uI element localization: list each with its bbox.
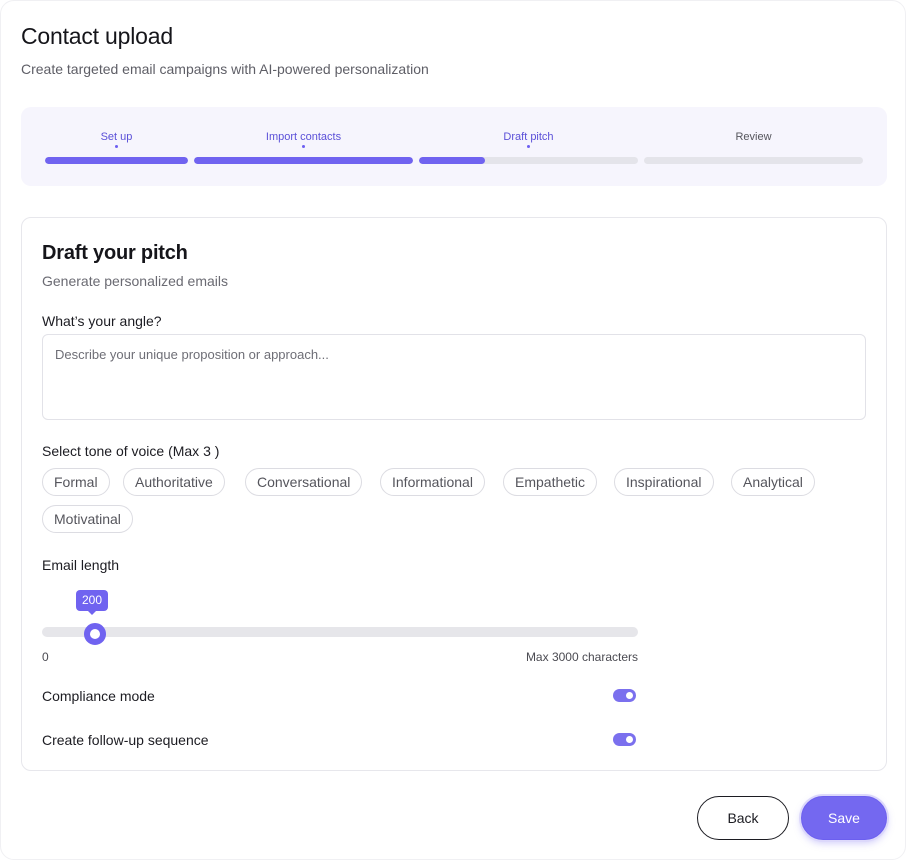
step-label: Review: [735, 131, 772, 143]
tone-chip-conversational[interactable]: Conversational: [245, 468, 363, 496]
page-title: Contact upload: [21, 23, 173, 49]
compliance-mode-label: Compliance mode: [42, 688, 155, 704]
step-dot: [527, 145, 530, 148]
email-length-label: Email length: [42, 557, 120, 573]
step-label: Draft pitch: [503, 131, 554, 143]
step-progress-bar: [45, 157, 188, 164]
step-dot: [115, 145, 118, 148]
angle-label: What’s your angle?: [42, 313, 162, 329]
email-length-slider-track[interactable]: [42, 627, 638, 637]
tone-label: Select tone of voice (Max 3 ): [42, 443, 220, 459]
step-label: Import contacts: [265, 131, 342, 143]
back-button[interactable]: Back: [697, 796, 789, 840]
card-subtitle: Generate personalized emails: [42, 273, 228, 289]
angle-textarea[interactable]: [42, 334, 866, 420]
draft-pitch-card: Draft your pitch Generate personalized e…: [21, 217, 887, 771]
step-progress-fill: [45, 157, 188, 164]
progress-stepper: Set up Import contacts Draft pitch Revie…: [21, 107, 887, 186]
step-label: Set up: [100, 131, 133, 143]
follow-up-sequence-toggle[interactable]: [613, 733, 636, 746]
step-progress-fill: [194, 157, 413, 164]
tone-chip-inspirational[interactable]: Inspirational: [614, 468, 714, 496]
step-progress-bar: [419, 157, 638, 164]
slider-min-label: 0: [42, 650, 49, 664]
step-draft-pitch[interactable]: Draft pitch: [419, 107, 638, 186]
step-progress-fill: [419, 157, 485, 164]
slider-max-label: Max 3000 characters: [525, 650, 638, 664]
save-button[interactable]: Save: [801, 796, 887, 840]
tone-chip-analytical[interactable]: Analytical: [731, 468, 815, 496]
step-progress-bar: [644, 157, 863, 164]
compliance-mode-toggle[interactable]: [613, 689, 636, 702]
step-progress-bar: [194, 157, 413, 164]
page-subtitle: Create targeted email campaigns with AI-…: [21, 61, 429, 77]
step-import-contacts[interactable]: Import contacts: [194, 107, 413, 186]
step-set-up[interactable]: Set up: [45, 107, 188, 186]
tone-chip-informational[interactable]: Informational: [380, 468, 485, 496]
tone-chip-authoritative[interactable]: Authoritative: [123, 468, 225, 496]
slider-value-tooltip: 200: [76, 590, 109, 615]
page-frame: Contact upload Create targeted email cam…: [0, 0, 906, 860]
step-dot: [302, 145, 305, 148]
step-review[interactable]: Review: [644, 107, 863, 186]
email-length-slider-handle[interactable]: [84, 623, 106, 645]
tone-chip-formal[interactable]: Formal: [42, 468, 110, 496]
follow-up-sequence-label: Create follow-up sequence: [42, 732, 209, 748]
tone-chip-motivatinal[interactable]: Motivatinal: [42, 505, 133, 533]
tone-chip-empathetic[interactable]: Empathetic: [503, 468, 598, 496]
card-title: Draft your pitch: [42, 242, 188, 264]
